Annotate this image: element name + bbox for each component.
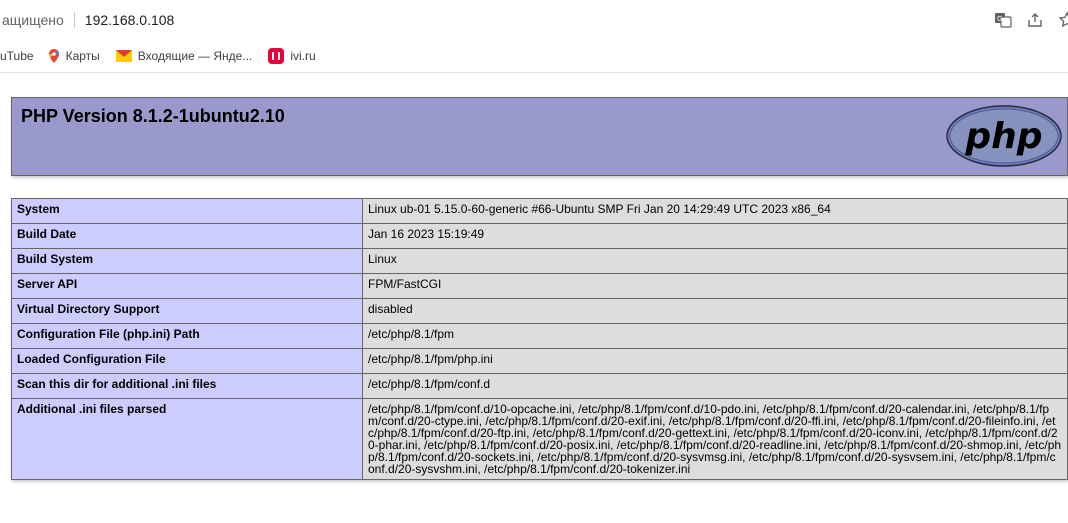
row-key: Build Date	[11, 223, 363, 249]
bookmark-maps[interactable]: Карты	[48, 49, 100, 63]
row-value: /etc/php/8.1/fpm/php.ini	[362, 348, 1068, 374]
svg-text:G: G	[997, 15, 1002, 23]
bookmark-ivi[interactable]: ivi.ru	[268, 48, 316, 64]
php-logo: php	[946, 105, 1062, 167]
row-value: Jan 16 2023 15:19:49	[362, 223, 1068, 249]
row-key: Loaded Configuration File	[11, 348, 363, 374]
star-icon[interactable]	[1058, 11, 1068, 29]
translate-icon[interactable]: G	[994, 11, 1012, 29]
row-key: System	[11, 198, 363, 224]
bookmarks-bar: uTube Карты Входящие — Янде... ivi.ru	[0, 40, 1068, 73]
table-row: Build System Linux	[11, 248, 1068, 274]
table-row: System Linux ub-01 5.15.0-60-generic #66…	[11, 198, 1068, 224]
bookmark-yandex-mail[interactable]: Входящие — Янде...	[115, 49, 253, 63]
table-row: Virtual Directory Support disabled	[11, 298, 1068, 324]
table-row: Additional .ini files parsed /etc/php/8.…	[11, 398, 1068, 480]
row-value: /etc/php/8.1/fpm/conf.d/10-opcache.ini, …	[362, 398, 1068, 480]
table-row: Scan this dir for additional .ini files …	[11, 373, 1068, 399]
page-title: PHP Version 8.1.2-1ubuntu2.10	[21, 106, 285, 126]
row-key: Scan this dir for additional .ini files	[11, 373, 363, 399]
row-key: Build System	[11, 248, 363, 274]
page-content: PHP Version 8.1.2-1ubuntu2.10 php System…	[0, 73, 1068, 523]
row-value: /etc/php/8.1/fpm/conf.d	[362, 373, 1068, 399]
address-divider	[73, 12, 75, 28]
table-row: Server API FPM/FastCGI	[11, 273, 1068, 299]
row-value: Linux ub-01 5.15.0-60-generic #66-Ubuntu…	[362, 198, 1068, 224]
bookmark-label: Карты	[65, 49, 100, 63]
ivi-icon	[268, 48, 285, 64]
table-row: Loaded Configuration File /etc/php/8.1/f…	[11, 348, 1068, 374]
row-key: Configuration File (php.ini) Path	[11, 323, 363, 349]
row-value: /etc/php/8.1/fpm	[362, 323, 1068, 349]
maps-pin-icon	[48, 49, 60, 63]
row-value: disabled	[362, 298, 1068, 324]
php-header: PHP Version 8.1.2-1ubuntu2.10 php	[11, 97, 1068, 176]
row-value: Linux	[362, 248, 1068, 274]
security-label[interactable]: ащищено	[0, 12, 64, 28]
address-bar[interactable]: ащищено 192.168.0.108 G	[0, 0, 1068, 40]
bookmark-label: uTube	[0, 49, 34, 63]
table-row: Build Date Jan 16 2023 15:19:49	[11, 223, 1068, 249]
php-info-table: System Linux ub-01 5.15.0-60-generic #66…	[11, 198, 1068, 480]
row-key: Server API	[11, 273, 363, 299]
row-value: FPM/FastCGI	[362, 273, 1068, 299]
bookmark-youtube[interactable]: uTube	[0, 49, 34, 63]
bookmark-label: ivi.ru	[290, 49, 316, 63]
table-row: Configuration File (php.ini) Path /etc/p…	[11, 323, 1068, 349]
mail-icon	[115, 50, 132, 62]
share-icon[interactable]	[1026, 11, 1044, 29]
row-key: Virtual Directory Support	[11, 298, 363, 324]
row-key: Additional .ini files parsed	[11, 398, 363, 480]
address-bar-actions: G	[994, 11, 1068, 29]
svg-text:php: php	[964, 116, 1042, 157]
bookmark-label: Входящие — Янде...	[137, 49, 253, 63]
url-text[interactable]: 192.168.0.108	[85, 12, 175, 28]
